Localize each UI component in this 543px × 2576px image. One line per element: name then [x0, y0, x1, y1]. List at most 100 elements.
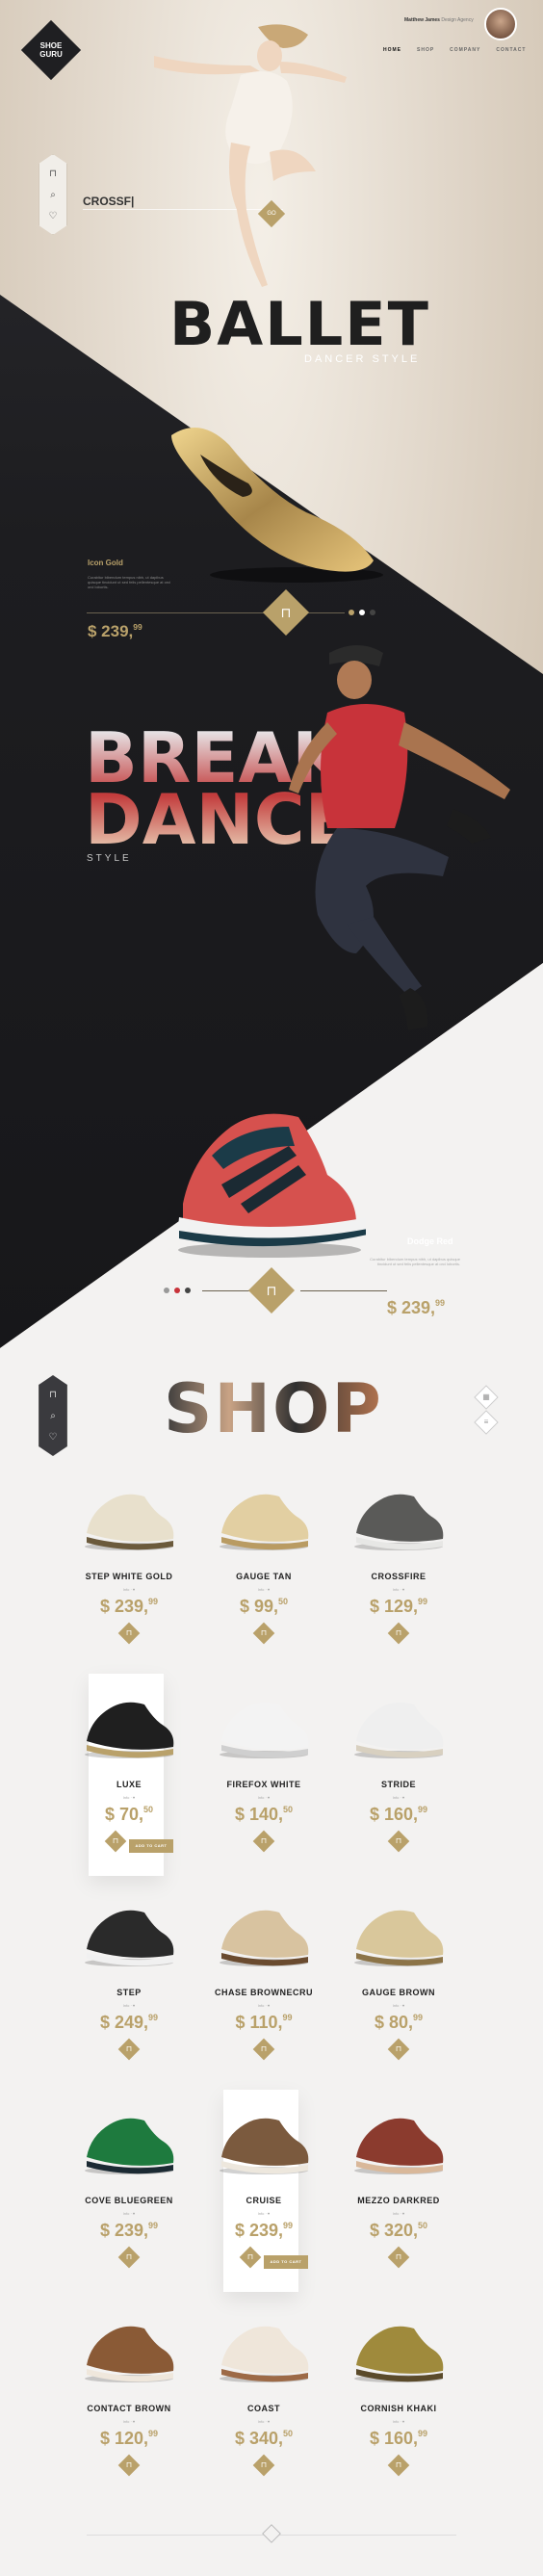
- product-meta[interactable]: Info · ♥: [337, 2419, 460, 2424]
- product-name[interactable]: CROSSFIRE: [337, 1572, 460, 1581]
- breakdance-subtitle: STYLE: [87, 853, 132, 864]
- add-to-cart-icon-button[interactable]: ⊓: [387, 2246, 410, 2269]
- nav-home[interactable]: HOME: [383, 47, 401, 53]
- heart-icon[interactable]: ♡: [47, 1432, 59, 1444]
- product-card[interactable]: COAST Info · ♥ $ 340,50 ⊓: [202, 2303, 325, 2496]
- product-name[interactable]: MEZZO DARKRED: [337, 2196, 460, 2205]
- product-card[interactable]: STEP WHITE GOLD Info · ♥ $ 239,99 ⊓: [67, 1471, 191, 1664]
- product-card[interactable]: CONTACT BROWN Info · ♥ $ 120,99 ⊓: [67, 2303, 191, 2496]
- add-to-cart-icon-button[interactable]: ⊓: [252, 2038, 275, 2061]
- product-meta[interactable]: Info · ♥: [337, 1795, 460, 1800]
- product-name[interactable]: COAST: [202, 2404, 325, 2413]
- product-card[interactable]: MEZZO DARKRED Info · ♥ $ 320,50 ⊓: [337, 2095, 460, 2288]
- product-price-cents: 99: [418, 1597, 428, 1606]
- slider-dot-active[interactable]: [174, 1288, 180, 1293]
- product-name[interactable]: STEP: [67, 1988, 191, 1997]
- slider-dot[interactable]: [164, 1288, 169, 1293]
- nav-shop[interactable]: SHOP: [417, 47, 434, 53]
- shoe-image: [220, 2326, 309, 2382]
- product-name[interactable]: CORNISH KHAKI: [337, 2404, 460, 2413]
- product-meta[interactable]: Info · ♥: [202, 2003, 325, 2008]
- nav-company[interactable]: COMPANY: [450, 47, 480, 53]
- product-name[interactable]: LUXE: [67, 1780, 191, 1789]
- product-card[interactable]: GAUGE TAN Info · ♥ $ 99,50 ⊓: [202, 1471, 325, 1664]
- product-card[interactable]: CROSSFIRE Info · ♥ $ 129,99 ⊓: [337, 1471, 460, 1664]
- add-to-cart-button[interactable]: ADD TO CART: [129, 1839, 173, 1853]
- add-to-cart-icon-button[interactable]: ⊓: [117, 1622, 141, 1645]
- list-view-button[interactable]: ≡: [474, 1410, 499, 1435]
- product-name[interactable]: COVE BLUEGREEN: [67, 2196, 191, 2205]
- add-to-cart-icon-button[interactable]: ⊓: [117, 2454, 141, 2477]
- product-card[interactable]: CORNISH KHAKI Info · ♥ $ 160,99 ⊓: [337, 2303, 460, 2496]
- breakdance-add-to-cart-button[interactable]: ⊓: [247, 1266, 296, 1314]
- add-to-cart-icon-button[interactable]: ⊓: [252, 2454, 275, 2477]
- product-name[interactable]: GAUGE TAN: [202, 1572, 325, 1581]
- product-price-cents: 50: [418, 2221, 428, 2230]
- product-meta[interactable]: Info · ♥: [202, 2419, 325, 2424]
- product-price-cents: 99: [148, 2221, 159, 2230]
- product-meta[interactable]: Info · ♥: [67, 2211, 191, 2216]
- grid-icon: ▦: [482, 1392, 490, 1401]
- add-to-cart-icon-button[interactable]: ⊓: [387, 1622, 410, 1645]
- product-meta[interactable]: Info · ♥: [337, 1587, 460, 1592]
- product-meta[interactable]: Info · ♥: [337, 2211, 460, 2216]
- product-card[interactable]: STEP Info · ♥ $ 249,99 ⊓: [67, 1887, 191, 2080]
- product-name[interactable]: STRIDE: [337, 1780, 460, 1789]
- product-card[interactable]: CRUISE Info · ♥ $ 239,99 ⊓ ADD TO CART: [202, 2090, 325, 2292]
- breakdance-product-price: $ 239,99: [387, 1298, 445, 1318]
- product-price: $ 160,99: [337, 2429, 460, 2449]
- slider-dot-active[interactable]: [349, 610, 354, 615]
- slider-dot[interactable]: [359, 610, 365, 615]
- heart-icon[interactable]: ♡: [47, 211, 59, 222]
- product-name[interactable]: FIREFOX WHITE: [202, 1780, 325, 1789]
- slider-dot[interactable]: [185, 1288, 191, 1293]
- add-to-cart-button[interactable]: ADD TO CART: [264, 2255, 308, 2269]
- product-card[interactable]: FIREFOX WHITE Info · ♥ $ 140,50 ⊓: [202, 1679, 325, 1872]
- product-card[interactable]: LUXE Info · ♥ $ 70,50 ⊓ ADD TO CART: [67, 1674, 191, 1876]
- grid-view-button[interactable]: ▦: [474, 1385, 499, 1410]
- product-name[interactable]: CONTACT BROWN: [67, 2404, 191, 2413]
- search-icon[interactable]: ⌕: [47, 190, 59, 201]
- ballet-slider-dots: [349, 610, 375, 615]
- product-name[interactable]: CRUISE: [202, 2196, 325, 2205]
- nav-contact[interactable]: CONTACT: [496, 47, 526, 53]
- product-meta[interactable]: Info · ♥: [337, 2003, 460, 2008]
- search-icon[interactable]: ⌕: [47, 1411, 59, 1422]
- add-to-cart-icon-button[interactable]: ⊓: [239, 2246, 262, 2269]
- product-name[interactable]: CHASE BROWNECRU: [202, 1988, 325, 1997]
- product-meta[interactable]: Info · ♥: [67, 1587, 191, 1592]
- bag-icon[interactable]: ⊓: [47, 169, 59, 180]
- product-meta[interactable]: Info · ♥: [67, 2419, 191, 2424]
- product-card[interactable]: COVE BLUEGREEN Info · ♥ $ 239,99 ⊓: [67, 2095, 191, 2288]
- product-price-main: $ 160,: [369, 1805, 419, 1824]
- add-to-cart-icon-button[interactable]: ⊓: [387, 2454, 410, 2477]
- breakdance-product-name: Dodge Red: [407, 1236, 453, 1246]
- slider-dot[interactable]: [370, 610, 375, 615]
- product-meta[interactable]: Info · ♥: [202, 1795, 325, 1800]
- product-price: $ 239,99: [67, 2221, 191, 2241]
- product-name[interactable]: STEP WHITE GOLD: [67, 1572, 191, 1581]
- add-to-cart-icon-button[interactable]: ⊓: [252, 1622, 275, 1645]
- product-card[interactable]: STRIDE Info · ♥ $ 160,99 ⊓: [337, 1679, 460, 1872]
- red-sneaker-image: [177, 1113, 366, 1258]
- add-to-cart-icon-button[interactable]: ⊓: [387, 2038, 410, 2061]
- product-meta[interactable]: Info · ♥: [67, 2003, 191, 2008]
- product-meta[interactable]: Info · ♥: [202, 1587, 325, 1592]
- ballet-product-desc: Curabitur bibendum tempus nibh, ut dapib…: [88, 575, 171, 589]
- ballet-add-to-cart-button[interactable]: ⊓: [262, 588, 310, 637]
- product-name[interactable]: GAUGE BROWN: [337, 1988, 460, 1997]
- product-card[interactable]: GAUGE BROWN Info · ♥ $ 80,99 ⊓: [337, 1887, 460, 2080]
- avatar[interactable]: [484, 8, 517, 40]
- user-info[interactable]: Matthew James Design Agency: [404, 17, 474, 23]
- product-card[interactable]: CHASE BROWNECRU Info · ♥ $ 110,99 ⊓: [202, 1887, 325, 2080]
- scroll-top-button[interactable]: [262, 2524, 281, 2543]
- bag-icon[interactable]: ⊓: [47, 1390, 59, 1401]
- product-meta[interactable]: Info · ♥: [202, 2211, 325, 2216]
- add-to-cart-icon-button[interactable]: ⊓: [117, 2246, 141, 2269]
- product-price-main: $ 340,: [234, 2429, 284, 2448]
- add-to-cart-icon-button[interactable]: ⊓: [104, 1830, 127, 1853]
- add-to-cart-icon-button[interactable]: ⊓: [387, 1830, 410, 1853]
- product-meta[interactable]: Info · ♥: [67, 1795, 191, 1800]
- add-to-cart-icon-button[interactable]: ⊓: [252, 1830, 275, 1853]
- add-to-cart-icon-button[interactable]: ⊓: [117, 2038, 141, 2061]
